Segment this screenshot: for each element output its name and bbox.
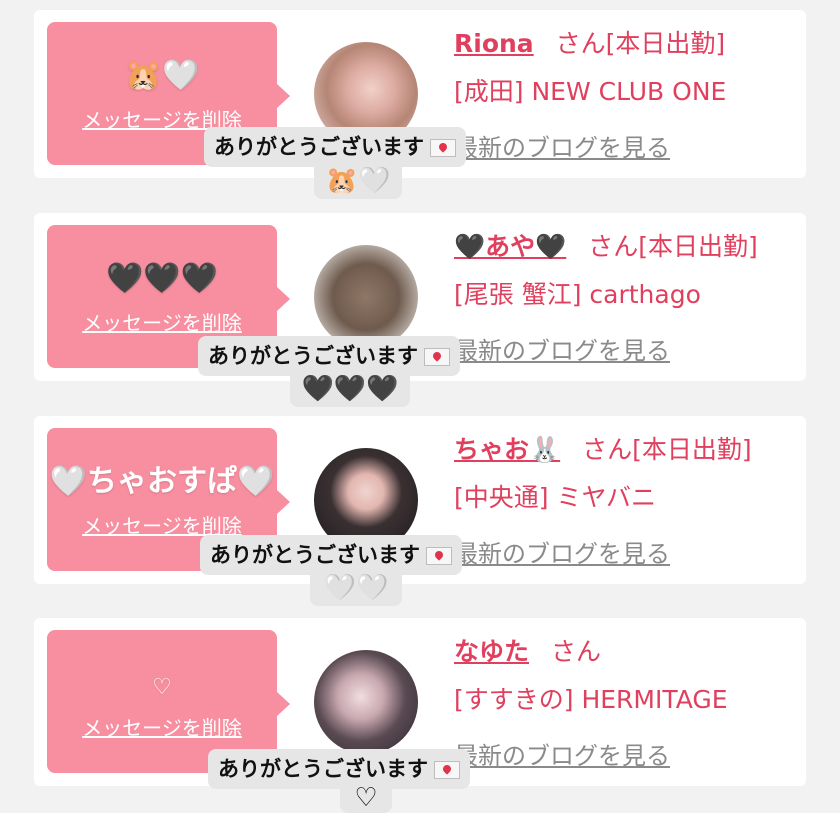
love-letter-icon (424, 348, 450, 366)
message-text: 🖤🖤🖤 (105, 261, 219, 296)
latest-blog-link[interactable]: 最新のブログを見る (454, 534, 670, 569)
shop-name: [中央通] ミヤバニ (454, 483, 656, 512)
thanks-text: ありがとうございます (218, 757, 428, 781)
cast-name-row: 🖤あや🖤 さん[本日出勤] (454, 227, 758, 263)
cast-status: さん[本日出勤] (588, 232, 758, 261)
cast-status: さん (551, 637, 602, 666)
love-letter-icon (430, 139, 456, 157)
thanks-popup: ありがとうございます (204, 127, 466, 167)
love-letter-icon (434, 761, 460, 779)
thanks-popup: ありがとうございます (208, 749, 470, 789)
latest-blog-link[interactable]: 最新のブログを見る (454, 736, 670, 771)
love-letter-icon (426, 547, 452, 565)
thanks-popup: ありがとうございます (198, 336, 460, 376)
avatar[interactable] (314, 650, 418, 754)
cast-name-link[interactable]: なゆた (454, 637, 529, 666)
thanks-popup: ありがとうございます (200, 535, 462, 575)
thanks-text: ありがとうございます (208, 344, 418, 368)
shop-name: [尾張 蟹江] carthago (454, 280, 701, 309)
popup-emoji: 🤍🤍 (310, 570, 402, 606)
popup-emoji: 🐹🤍 (314, 163, 402, 199)
cast-name-row: なゆた さん (454, 632, 601, 668)
cast-name-row: ちゃお🐰 さん[本日出勤] (454, 430, 752, 466)
message-text: 🐹🤍 (124, 58, 200, 93)
cast-name-row: Riona さん[本日出勤] (454, 24, 725, 60)
latest-blog-link[interactable]: 最新のブログを見る (454, 331, 670, 366)
cast-status: さん[本日出勤] (555, 29, 726, 58)
avatar[interactable] (314, 245, 418, 349)
cast-name-link[interactable]: ちゃお🐰 (454, 435, 560, 464)
latest-blog-link[interactable]: 最新のブログを見る (454, 128, 670, 163)
message-text: ♡ (152, 675, 172, 700)
cast-status: さん[本日出勤] (582, 435, 752, 464)
cast-name-link[interactable]: Riona (454, 29, 534, 58)
delete-message-link[interactable]: メッセージを削除 (47, 712, 277, 741)
popup-emoji: ♡ (340, 783, 392, 813)
delete-message-link[interactable]: メッセージを削除 (47, 307, 277, 336)
thanks-text: ありがとうございます (214, 135, 424, 159)
shop-name: [すすきの] HERMITAGE (454, 685, 728, 714)
message-text: 🤍ちゃおすぱ🤍 (49, 464, 275, 499)
popup-emoji: 🖤🖤🖤 (290, 371, 410, 407)
cast-name-link[interactable]: 🖤あや🖤 (454, 232, 566, 261)
thanks-text: ありがとうございます (210, 543, 420, 567)
shop-name: [成田] NEW CLUB ONE (454, 77, 727, 106)
